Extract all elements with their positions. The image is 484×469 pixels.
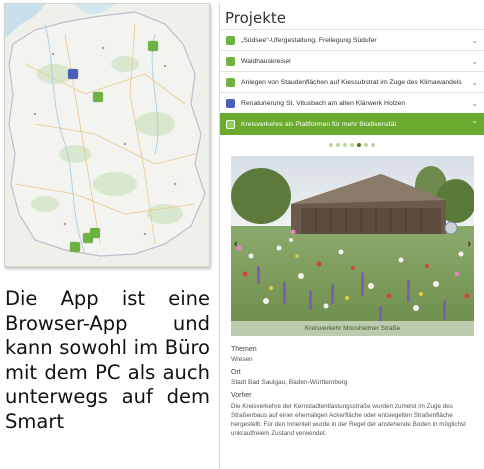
blue-square-icon (226, 98, 235, 108)
panel-title: Projekte (225, 9, 286, 27)
project-details: Themen Wiesen Ort Stadt Bad Saulgau, Bad… (220, 336, 484, 438)
carousel-prev-button[interactable]: ‹ (234, 238, 238, 250)
carousel-dot[interactable] (336, 143, 340, 147)
description-text: Die App ist eine Browser-App und kann so… (5, 287, 210, 433)
carousel-dots (220, 143, 484, 151)
map-marker-green[interactable] (93, 92, 103, 102)
map-marker-green[interactable] (83, 233, 93, 243)
carousel-dot[interactable] (364, 143, 368, 147)
carousel-next-button[interactable]: › (467, 238, 471, 250)
project-photo[interactable]: ‹ › Kreisverkehr Mooshelmer Straße (231, 156, 474, 336)
green-square-icon (226, 119, 235, 129)
carousel-dot[interactable] (343, 143, 347, 147)
chevron-down-icon: ⌄ (471, 98, 478, 108)
green-square-icon (226, 35, 235, 45)
themen-label: Themen (231, 346, 257, 353)
green-square-icon (226, 77, 235, 87)
themen-value: Wiesen (231, 356, 253, 363)
project-item-label: Anlegen von Staudenflächen auf Kiessubst… (241, 78, 462, 86)
vorher-label: Vorher (231, 392, 252, 399)
project-item-renaturierung[interactable]: Renaturierung St. Vitusbach am alten Klä… (220, 92, 484, 113)
project-item-label: „Südsee“-Ufergestaltung, Freilegung Südu… (241, 36, 377, 44)
project-item-suedsee[interactable]: „Südsee“-Ufergestaltung, Freilegung Südu… (220, 29, 484, 50)
chevron-down-icon: ⌄ (471, 35, 478, 45)
ort-value: Stadt Bad Saulgau, Baden-Württemberg (231, 379, 348, 386)
project-item-label: Renaturierung St. Vitusbach am alten Klä… (241, 99, 406, 107)
carousel-dot-active[interactable] (357, 143, 361, 147)
green-square-icon (226, 56, 235, 66)
map-marker-green[interactable] (70, 242, 80, 252)
project-item-waldhauskreisel[interactable]: Waldhauskreisel ⌄ (220, 50, 484, 71)
carousel-dot[interactable] (350, 143, 354, 147)
chevron-down-icon: ⌄ (471, 77, 478, 87)
projects-panel: Projekte „Südsee“-Ufergestaltung, Freile… (219, 3, 484, 469)
project-item-kreisverkehre[interactable]: Kreisverkehre als Plattformen für mehr B… (220, 113, 484, 135)
photo-caption: Kreisverkehr Mooshelmer Straße (231, 321, 474, 336)
map-view[interactable] (4, 3, 210, 267)
meadow-image (231, 156, 474, 336)
map-marker-green[interactable] (148, 41, 158, 51)
chevron-up-icon: ⌃ (471, 119, 478, 129)
carousel-dot[interactable] (371, 143, 375, 147)
ort-label: Ort (231, 369, 241, 376)
carousel-dot[interactable] (329, 143, 333, 147)
map-marker-blue[interactable] (68, 69, 78, 79)
chevron-down-icon: ⌄ (471, 56, 478, 66)
project-item-label: Waldhauskreisel (241, 57, 291, 65)
vorher-text: Die Kreisverkehre der Kernstadtentlastun… (231, 403, 466, 437)
project-item-staudenflaechen[interactable]: Anlegen von Staudenflächen auf Kiessubst… (220, 71, 484, 92)
map-canvas[interactable] (5, 4, 210, 267)
project-item-label: Kreisverkehre als Plattformen für mehr B… (241, 120, 397, 128)
